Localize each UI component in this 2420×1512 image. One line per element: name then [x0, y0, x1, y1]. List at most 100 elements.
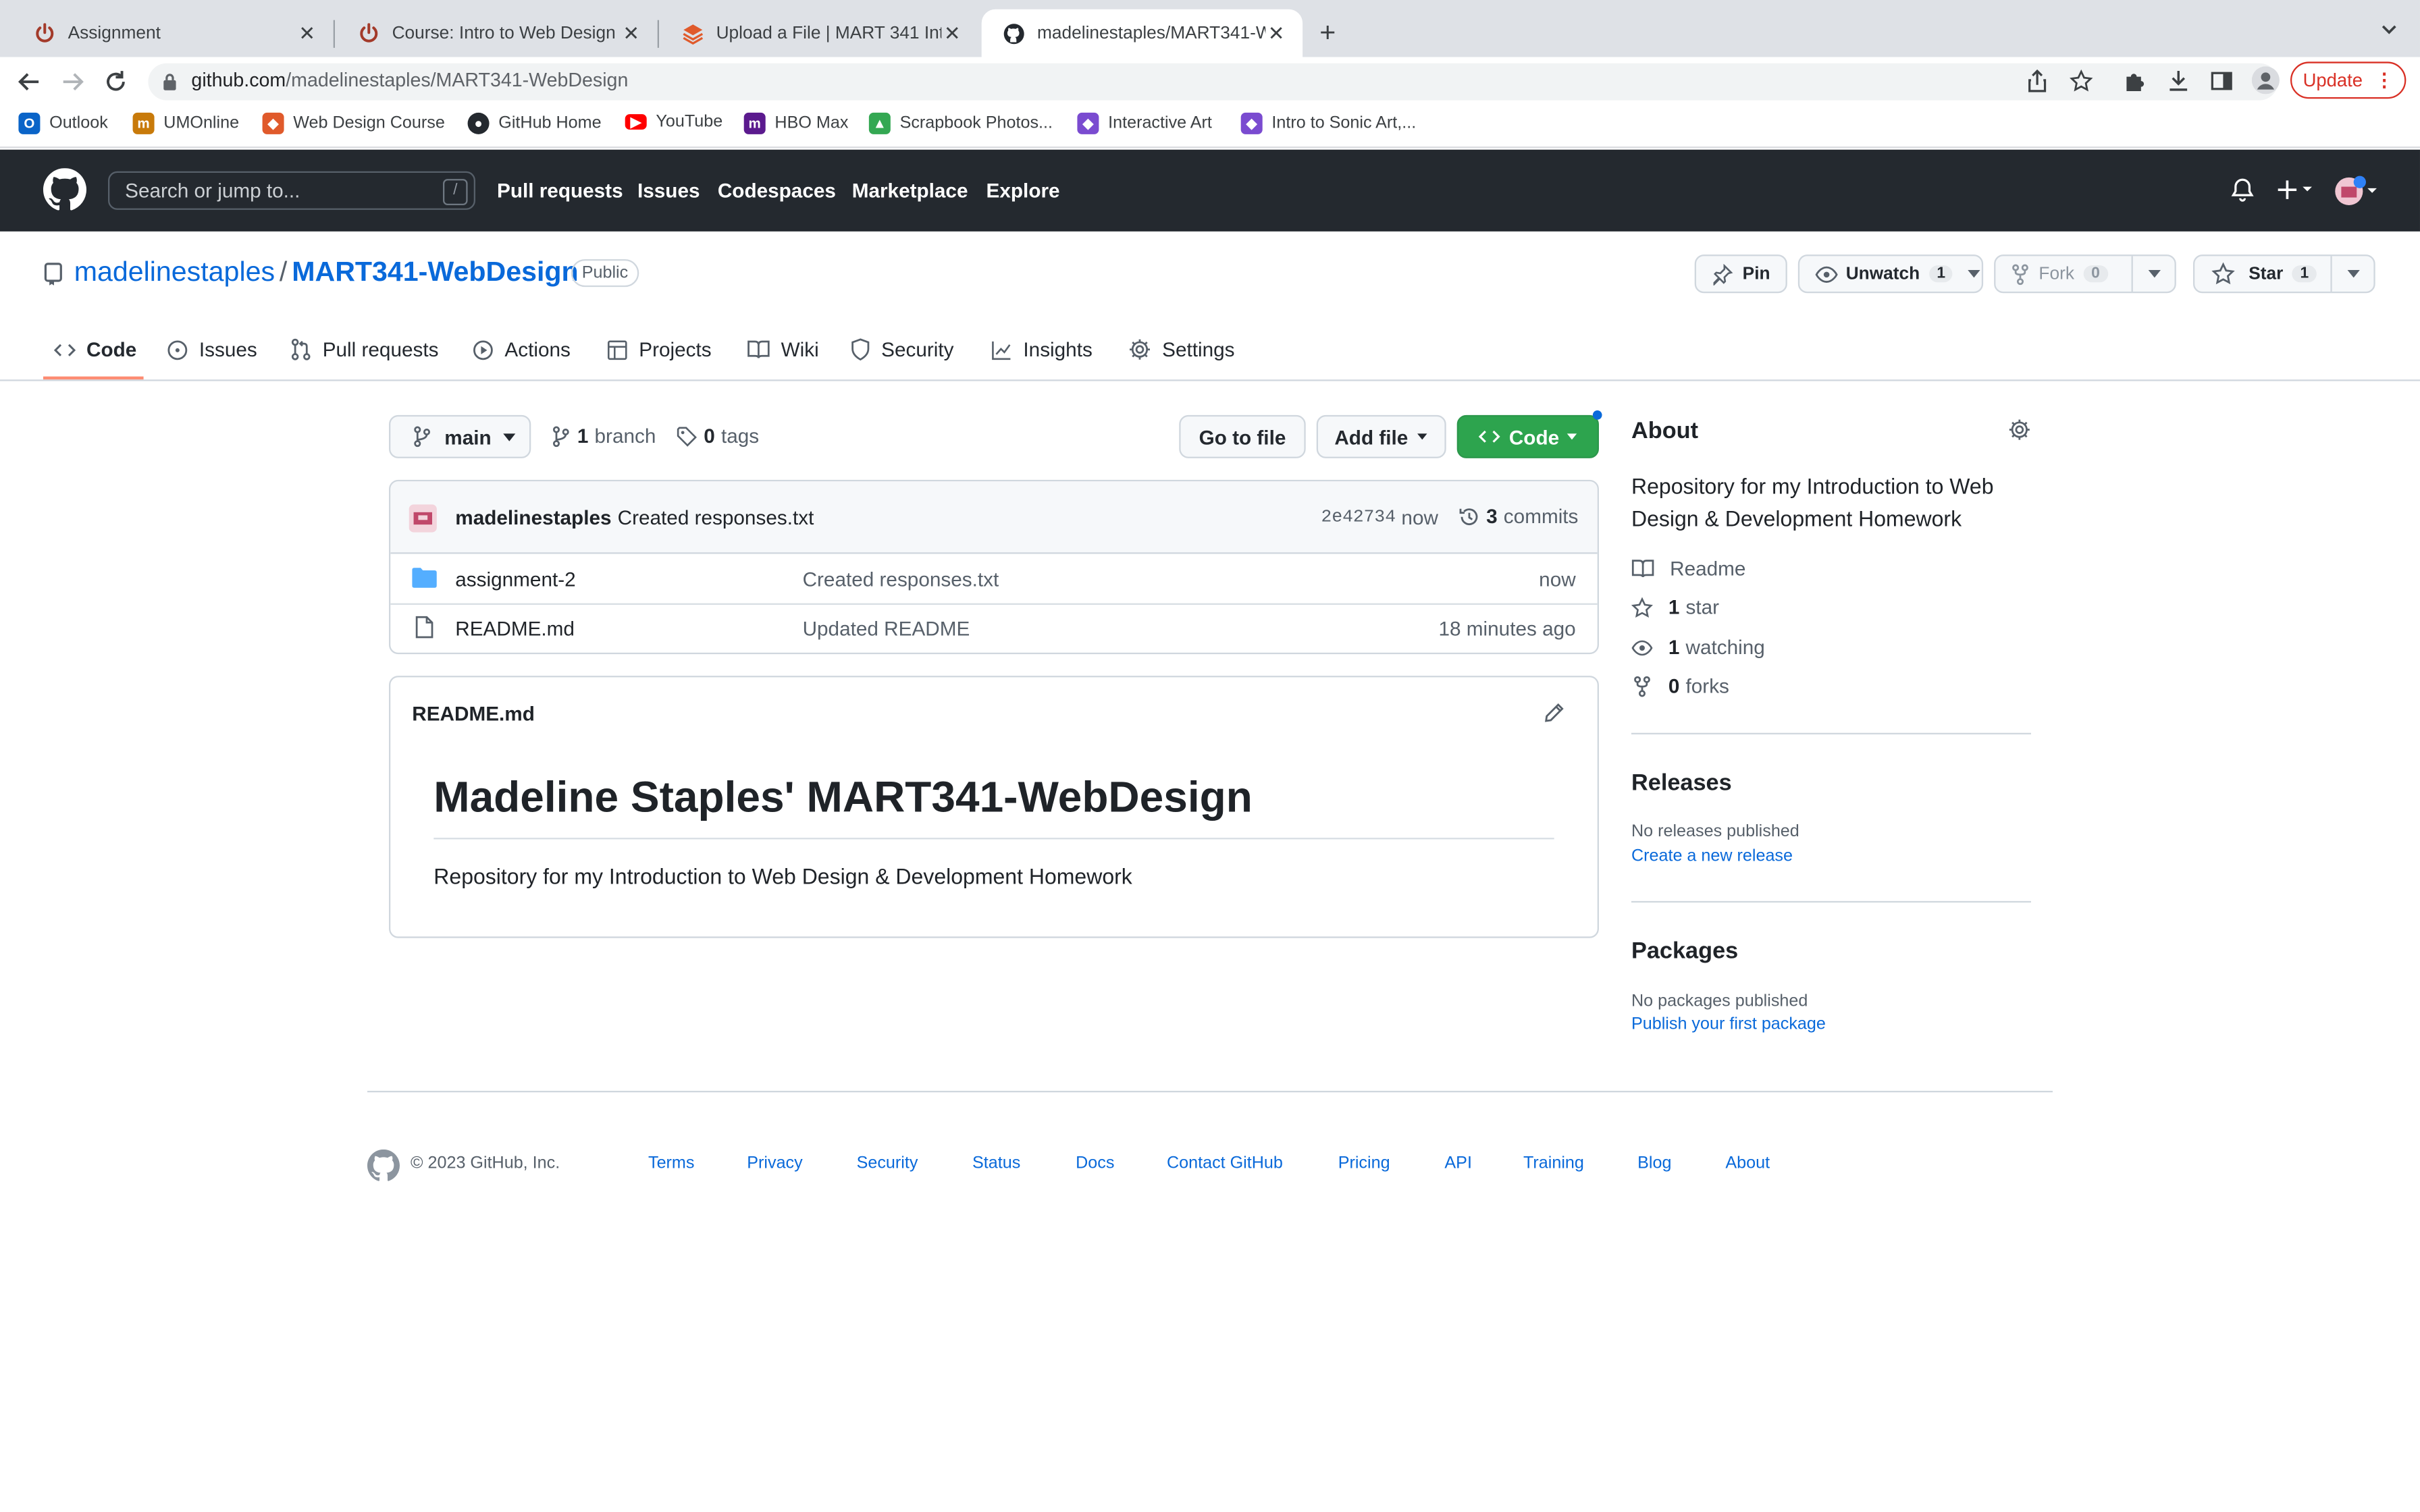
forks-link[interactable]: 0 forks	[1631, 674, 1729, 697]
file-row[interactable]: assignment-2 Created responses.txt now	[390, 554, 1598, 605]
side-panel-icon[interactable]	[2210, 70, 2233, 92]
url-text[interactable]: github.com/madelinestaples/MART341-WebDe…	[191, 70, 628, 91]
unwatch-button[interactable]: Unwatch 1	[1797, 254, 1984, 294]
reload-icon[interactable]	[103, 70, 128, 94]
new-tab-button[interactable]: +	[1319, 17, 1336, 49]
nav-explore[interactable]: Explore	[987, 179, 1060, 202]
footer-link-terms[interactable]: Terms	[648, 1154, 694, 1172]
search-input[interactable]: Search or jump to... /	[107, 171, 475, 210]
tab-projects[interactable]: Projects	[606, 338, 712, 361]
tab-security[interactable]: Security	[850, 338, 953, 361]
stars-link[interactable]: 1 star	[1631, 595, 1719, 619]
browser-tab-assignment[interactable]: Assignment ✕	[12, 9, 333, 57]
close-tab-icon[interactable]: ✕	[1265, 21, 1287, 46]
browser-tab-upload[interactable]: Upload a File | MART 341 Intro ✕	[660, 9, 978, 57]
watching-link[interactable]: 1 watching	[1631, 636, 1765, 659]
bookmark-github-home[interactable]: ● GitHub Home	[467, 112, 602, 134]
tab-pull-requests[interactable]: Pull requests	[290, 338, 438, 361]
commits-history-link[interactable]: 3 commits	[1458, 504, 1578, 528]
branches-link[interactable]: 1 branch	[552, 425, 656, 448]
footer-link-status[interactable]: Status	[972, 1154, 1020, 1172]
close-tab-icon[interactable]: ✕	[941, 21, 963, 46]
file-name-link[interactable]: README.md	[455, 617, 575, 640]
bookmark-sonic-art[interactable]: ◆ Intro to Sonic Art,...	[1240, 112, 1416, 134]
branch-name: main	[444, 425, 492, 448]
tab-divider	[657, 20, 659, 48]
footer-link-contact[interactable]: Contact GitHub	[1167, 1154, 1283, 1172]
footer-link-pricing[interactable]: Pricing	[1338, 1154, 1390, 1172]
author-avatar[interactable]	[409, 504, 437, 533]
footer-link-privacy[interactable]: Privacy	[747, 1154, 802, 1172]
footer-link-about[interactable]: About	[1725, 1154, 1770, 1172]
folder-icon	[412, 568, 437, 588]
back-icon[interactable]	[17, 70, 42, 94]
close-tab-icon[interactable]: ✕	[621, 21, 642, 46]
create-new-plus-icon[interactable]	[2276, 178, 2316, 202]
bookmark-scrapbook-photos[interactable]: ▲ Scrapbook Photos...	[868, 112, 1053, 134]
packages-heading[interactable]: Packages	[1631, 938, 1738, 965]
tab-wiki[interactable]: Wiki	[747, 338, 819, 361]
star-button[interactable]: Star 1	[2192, 254, 2375, 294]
update-button[interactable]: Update ⋮	[2290, 61, 2406, 99]
nav-issues[interactable]: Issues	[637, 179, 700, 202]
bookmark-umonline[interactable]: m UMOnline	[132, 112, 239, 134]
file-commit-message-link[interactable]: Created responses.txt	[803, 568, 999, 591]
file-row[interactable]: README.md Updated README 18 minutes ago	[390, 603, 1597, 653]
footer-link-security[interactable]: Security	[857, 1154, 918, 1172]
share-icon[interactable]	[2026, 69, 2048, 92]
edit-pencil-icon[interactable]	[1544, 702, 1565, 724]
github-logo-icon[interactable]	[43, 168, 86, 211]
create-release-link[interactable]: Create a new release	[1631, 847, 1793, 865]
bookmark-youtube[interactable]: ▶ YouTube	[625, 113, 722, 131]
gear-icon[interactable]	[2008, 418, 2031, 441]
footer-link-docs[interactable]: Docs	[1076, 1154, 1114, 1172]
repo-name-link[interactable]: MART341-WebDesign	[292, 256, 578, 287]
footer-link-training[interactable]: Training	[1523, 1154, 1584, 1172]
footer-link-api[interactable]: API	[1444, 1154, 1472, 1172]
lock-icon[interactable]	[162, 72, 178, 90]
browser-tab-course[interactable]: Course: Intro to Web Design (S ✕	[336, 9, 657, 57]
tags-link[interactable]: 0 tags	[676, 425, 759, 448]
bookmark-star-icon[interactable]	[2070, 69, 2093, 92]
nav-marketplace[interactable]: Marketplace	[852, 179, 968, 202]
forward-icon[interactable]	[60, 70, 85, 94]
fork-icon	[1631, 675, 1668, 697]
add-file-button[interactable]: Add file	[1316, 414, 1446, 458]
footer-link-blog[interactable]: Blog	[1637, 1154, 1671, 1172]
fork-button[interactable]: Fork 0	[1994, 254, 2176, 294]
commit-author-link[interactable]: madelinestaples	[455, 506, 611, 529]
profile-avatar-icon[interactable]	[2251, 66, 2280, 94]
hbo-max-icon: m	[743, 112, 766, 134]
go-to-file-button[interactable]: Go to file	[1179, 414, 1306, 458]
code-button[interactable]: Code	[1456, 414, 1599, 458]
nav-codespaces[interactable]: Codespaces	[718, 179, 836, 202]
github-mark-icon[interactable]	[367, 1149, 400, 1182]
file-commit-message-link[interactable]: Updated README	[803, 617, 970, 640]
file-name-link[interactable]: assignment-2	[455, 568, 575, 591]
tab-settings[interactable]: Settings	[1128, 338, 1235, 361]
pin-button[interactable]: Pin	[1694, 254, 1787, 294]
user-avatar[interactable]	[2334, 174, 2380, 208]
browser-tab-github[interactable]: madelinestaples/MART341-We ✕	[981, 9, 1303, 57]
bookmark-web-design-course[interactable]: ◆ Web Design Course	[262, 112, 445, 134]
close-tab-icon[interactable]: ✕	[296, 21, 318, 46]
tab-code[interactable]: Code	[53, 338, 136, 361]
extensions-icon[interactable]	[2124, 70, 2147, 92]
tab-actions[interactable]: Actions	[472, 338, 571, 361]
download-icon[interactable]	[2167, 70, 2190, 92]
tab-search-icon[interactable]	[2380, 20, 2398, 38]
bookmark-outlook[interactable]: O Outlook	[18, 112, 108, 134]
readme-link[interactable]: Readme	[1631, 557, 1745, 580]
releases-heading[interactable]: Releases	[1631, 770, 1732, 796]
bookmark-interactive-art[interactable]: ◆ Interactive Art	[1077, 112, 1212, 134]
nav-pull-requests[interactable]: Pull requests	[497, 179, 623, 202]
publish-package-link[interactable]: Publish your first package	[1631, 1015, 1826, 1033]
repo-owner-link[interactable]: madelinestaples	[74, 256, 275, 287]
commit-message-link[interactable]: Created responses.txt	[618, 506, 814, 529]
branch-selector[interactable]: main	[388, 414, 531, 458]
commit-sha[interactable]: 2e42734	[1321, 508, 1396, 528]
tab-insights[interactable]: Insights	[991, 338, 1093, 361]
bookmark-hbo-max[interactable]: m HBO Max	[743, 112, 848, 134]
tab-issues[interactable]: Issues	[167, 338, 257, 361]
bell-icon[interactable]	[2230, 178, 2255, 202]
